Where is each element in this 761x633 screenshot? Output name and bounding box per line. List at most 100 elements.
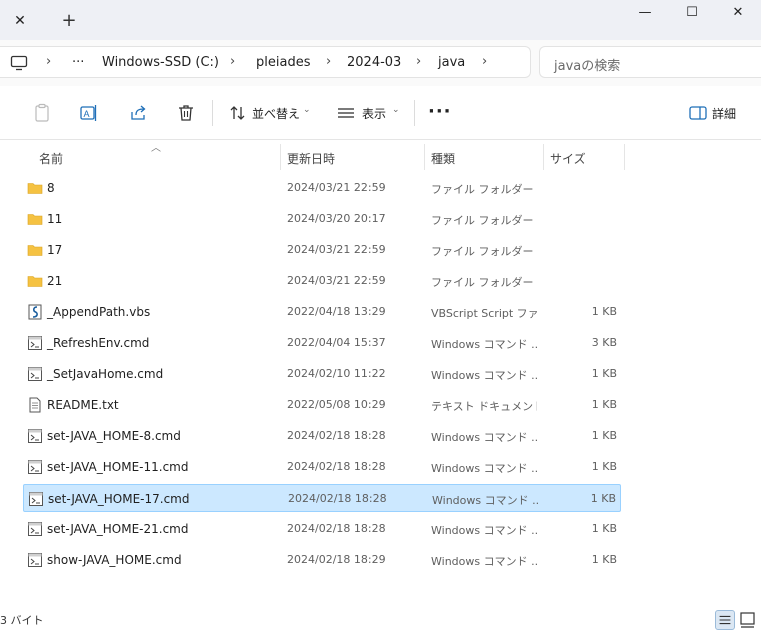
close-tab-icon[interactable]: ✕ bbox=[10, 11, 30, 31]
rename-icon[interactable]: A bbox=[79, 103, 99, 123]
file-name: 11 bbox=[47, 212, 63, 226]
folder-icon bbox=[27, 273, 43, 289]
file-type: ファイル フォルダー bbox=[431, 245, 534, 258]
file-type: Windows コマンド ... bbox=[431, 369, 537, 382]
minimize-button[interactable]: — bbox=[622, 0, 668, 28]
file-type: Windows コマンド ... bbox=[431, 462, 537, 475]
file-size: 1 KB bbox=[591, 429, 617, 442]
file-modified-date: 2024/02/18 18:29 bbox=[287, 553, 386, 566]
share-icon[interactable] bbox=[128, 103, 148, 123]
new-tab-button[interactable]: + bbox=[58, 10, 80, 32]
file-size: 3 KB bbox=[591, 336, 617, 349]
file-name: set-JAVA_HOME-8.cmd bbox=[47, 429, 181, 443]
file-name: set-JAVA_HOME-21.cmd bbox=[47, 522, 189, 536]
file-modified-date: 2024/02/18 18:28 bbox=[287, 460, 386, 473]
breadcrumb-separator[interactable]: › bbox=[482, 54, 487, 69]
file-name: set-JAVA_HOME-17.cmd bbox=[48, 492, 190, 506]
column-divider[interactable] bbox=[543, 144, 544, 170]
file-row[interactable]: _RefreshEnv.cmd 2022/04/04 15:37 Windows コ… bbox=[23, 329, 621, 357]
file-name: _RefreshEnv.cmd bbox=[47, 336, 150, 350]
address-row: › ··· Windows-SSD (C:) › pleiades › 2024… bbox=[0, 40, 761, 86]
file-size: 1 KB bbox=[591, 305, 617, 318]
folder-icon bbox=[27, 211, 43, 227]
breadcrumb-separator[interactable]: › bbox=[326, 54, 331, 69]
sort-button[interactable]: 並べ替え bbox=[252, 105, 300, 122]
column-header-type[interactable]: 種類 bbox=[431, 150, 455, 176]
column-header-modified[interactable]: 更新日時 bbox=[287, 150, 335, 176]
search-input[interactable]: javaの検索 bbox=[539, 46, 761, 78]
breadcrumb-pleiades[interactable]: pleiades bbox=[256, 55, 310, 70]
txt-file-icon bbox=[27, 397, 43, 413]
file-row[interactable]: show-JAVA_HOME.cmd 2024/02/18 18:29 Window… bbox=[23, 546, 621, 574]
file-modified-date: 2024/02/18 18:28 bbox=[288, 492, 387, 505]
chevron-down-icon[interactable]: ⌄ bbox=[392, 105, 400, 115]
column-header-name[interactable]: 名前 bbox=[39, 150, 63, 176]
large-icons-view-icon[interactable] bbox=[738, 610, 758, 630]
column-divider[interactable] bbox=[624, 144, 625, 170]
file-row[interactable]: set-JAVA_HOME-11.cmd 2024/02/18 18:28 Wind… bbox=[23, 453, 621, 481]
file-name: _AppendPath.vbs bbox=[47, 305, 151, 319]
folder-row[interactable]: 17 2024/03/21 22:59 ファイル フォルダー bbox=[23, 236, 621, 264]
chevron-down-icon[interactable]: ⌄ bbox=[303, 105, 311, 115]
file-size: 1 KB bbox=[591, 367, 617, 380]
command-bar: A 並べ替え ⌄ 表示 ⌄ ··· 詳細 bbox=[0, 86, 761, 140]
delete-icon[interactable] bbox=[176, 103, 196, 123]
breadcrumb-separator[interactable]: › bbox=[416, 54, 421, 69]
svg-text:A: A bbox=[84, 109, 90, 119]
file-type: ファイル フォルダー bbox=[431, 214, 534, 227]
folder-row[interactable]: 11 2024/03/20 20:17 ファイル フォルダー bbox=[23, 205, 621, 233]
file-type: ファイル フォルダー bbox=[431, 183, 534, 196]
file-modified-date: 2022/05/08 10:29 bbox=[287, 398, 386, 411]
file-modified-date: 2022/04/18 13:29 bbox=[287, 305, 386, 318]
cmd-file-icon bbox=[27, 459, 43, 475]
file-modified-date: 2024/02/18 18:28 bbox=[287, 522, 386, 535]
this-pc-icon[interactable] bbox=[10, 55, 28, 71]
paste-icon[interactable] bbox=[32, 103, 52, 123]
breadcrumb-java[interactable]: java bbox=[438, 55, 465, 70]
breadcrumb-2024-03[interactable]: 2024-03 bbox=[347, 55, 401, 70]
file-row[interactable]: README.txt 2022/05/08 10:29 テキスト ドキュメント 1 K… bbox=[23, 391, 621, 419]
file-row[interactable]: _SetJavaHome.cmd 2024/02/10 11:22 Windows … bbox=[23, 360, 621, 388]
view-icon[interactable] bbox=[336, 103, 356, 123]
column-divider[interactable] bbox=[280, 144, 281, 170]
folder-row[interactable]: 21 2024/03/21 22:59 ファイル フォルダー bbox=[23, 267, 621, 295]
file-type: Windows コマンド ... bbox=[431, 524, 537, 537]
file-type: VBScript Script ファ... bbox=[431, 307, 537, 320]
file-type: テキスト ドキュメント bbox=[431, 400, 537, 413]
folder-icon bbox=[27, 242, 43, 258]
folder-row[interactable]: 8 2024/03/21 22:59 ファイル フォルダー bbox=[23, 174, 621, 202]
file-name: README.txt bbox=[47, 398, 119, 412]
file-size: 1 KB bbox=[591, 553, 617, 566]
details-button[interactable]: 詳細 bbox=[712, 105, 736, 122]
breadcrumb-drive[interactable]: Windows-SSD (C:) bbox=[102, 55, 219, 70]
breadcrumb-more[interactable]: ··· bbox=[72, 55, 84, 70]
file-type: Windows コマンド ... bbox=[431, 338, 537, 351]
file-row[interactable]: set-JAVA_HOME-21.cmd 2024/02/18 18:28 Wind… bbox=[23, 515, 621, 543]
file-name: 21 bbox=[47, 274, 63, 288]
details-pane-icon[interactable] bbox=[688, 103, 708, 123]
breadcrumb-separator[interactable]: › bbox=[230, 54, 235, 69]
file-name: _SetJavaHome.cmd bbox=[47, 367, 164, 381]
more-options-button[interactable]: ··· bbox=[428, 101, 452, 122]
column-divider[interactable] bbox=[424, 144, 425, 170]
file-modified-date: 2024/03/21 22:59 bbox=[287, 243, 386, 256]
file-size: 1 KB bbox=[591, 460, 617, 473]
column-header-size[interactable]: サイズ bbox=[550, 150, 586, 176]
file-modified-date: 2024/03/21 22:59 bbox=[287, 274, 386, 287]
file-modified-date: 2022/04/04 15:37 bbox=[287, 336, 386, 349]
file-row[interactable]: set-JAVA_HOME-8.cmd 2024/02/18 18:28 Windo… bbox=[23, 422, 621, 450]
breadcrumb-separator[interactable]: › bbox=[46, 54, 51, 69]
file-name: set-JAVA_HOME-11.cmd bbox=[47, 460, 189, 474]
file-size: 1 KB bbox=[590, 492, 616, 505]
close-window-button[interactable]: ✕ bbox=[715, 0, 761, 28]
sort-ascending-icon: ︿ bbox=[151, 143, 161, 154]
details-view-icon[interactable] bbox=[715, 610, 735, 630]
file-row[interactable]: set-JAVA_HOME-17.cmd 2024/02/18 18:28 Wind… bbox=[23, 484, 621, 512]
cmd-file-icon bbox=[27, 366, 43, 382]
maximize-button[interactable]: ☐ bbox=[669, 0, 715, 28]
view-button[interactable]: 表示 bbox=[362, 105, 386, 122]
address-bar[interactable]: › ··· Windows-SSD (C:) › pleiades › 2024… bbox=[0, 46, 531, 78]
file-row[interactable]: _AppendPath.vbs 2022/04/18 13:29 VBScript … bbox=[23, 298, 621, 326]
file-modified-date: 2024/03/20 20:17 bbox=[287, 212, 386, 225]
sort-icon[interactable] bbox=[228, 103, 248, 123]
